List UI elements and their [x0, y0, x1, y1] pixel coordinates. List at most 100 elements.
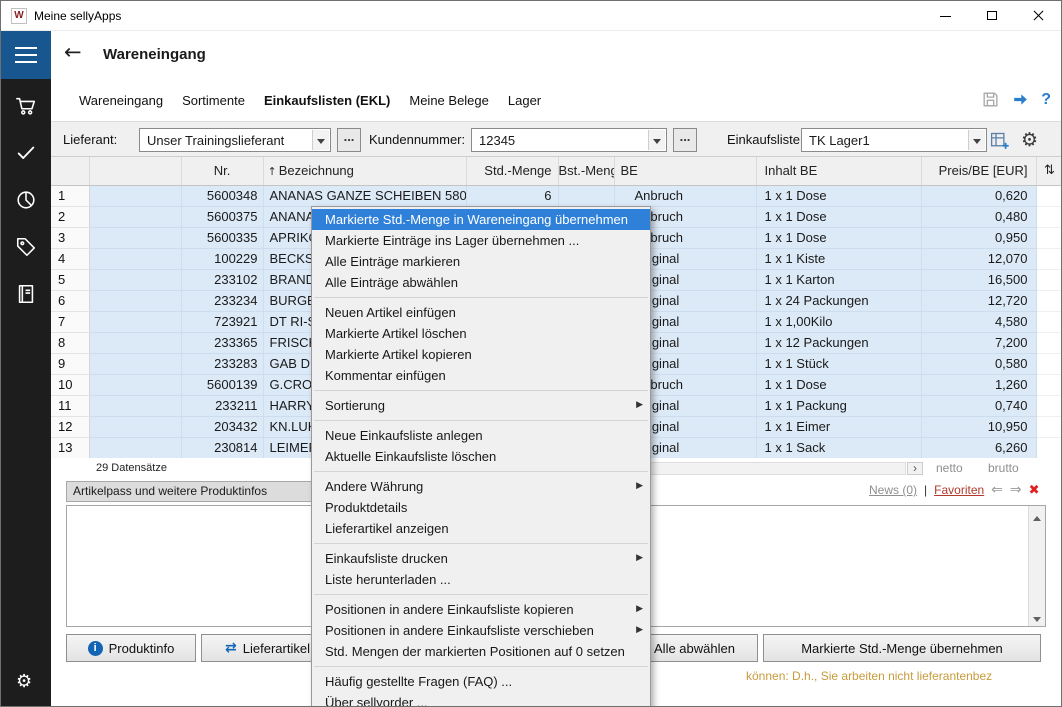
inhalt-be-cell[interactable]: 1 x 1 Stück [756, 353, 921, 374]
bst-menge-cell[interactable] [558, 185, 614, 206]
row-end-cell[interactable] [1036, 290, 1062, 311]
nr-cell[interactable]: 5600375 [181, 206, 263, 227]
row-number-cell[interactable]: 5 [51, 269, 89, 290]
row-end-cell[interactable] [1036, 416, 1062, 437]
preis-cell[interactable]: 0,480 [921, 206, 1036, 227]
nr-cell[interactable]: 233102 [181, 269, 263, 290]
context-menu-item[interactable]: Produktdetails [312, 497, 650, 518]
row-number-cell[interactable]: 1 [51, 185, 89, 206]
col-preis[interactable]: Preis/BE [EUR] [921, 157, 1036, 185]
row-blank-cell[interactable] [89, 206, 181, 227]
nr-cell[interactable]: 5600139 [181, 374, 263, 395]
nr-cell[interactable]: 100229 [181, 248, 263, 269]
horizontal-scrollbar[interactable] [606, 462, 906, 475]
column-sort-button[interactable]: ⇅ [1036, 157, 1062, 185]
row-end-cell[interactable] [1036, 206, 1062, 227]
context-menu-item[interactable]: Einkaufsliste drucken▶ [312, 548, 650, 569]
col-std-menge[interactable]: Std.-Menge [466, 157, 558, 185]
context-menu-item[interactable]: Aktuelle Einkaufsliste löschen [312, 446, 650, 467]
preis-cell[interactable]: 6,260 [921, 437, 1036, 458]
bezeichnung-cell[interactable]: ANANAS GANZE SCHEIBEN 580ML [263, 185, 466, 206]
inhalt-be-cell[interactable]: 1 x 1 Packung [756, 395, 921, 416]
brutto-toggle[interactable]: brutto [988, 461, 1019, 475]
lieferant-more-button[interactable]: ... [337, 128, 361, 152]
context-menu-item[interactable]: Alle Einträge markieren [312, 251, 650, 272]
add-list-icon[interactable] [989, 130, 1010, 151]
preis-cell[interactable]: 0,950 [921, 227, 1036, 248]
context-menu-item[interactable]: Liste herunterladen ... [312, 569, 650, 590]
context-menu-item[interactable]: Markierte Artikel löschen [312, 323, 650, 344]
inhalt-be-cell[interactable]: 1 x 1 Dose [756, 185, 921, 206]
pie-chart-icon[interactable] [15, 189, 37, 211]
tab-wareneingang[interactable]: Wareneingang [79, 93, 163, 108]
nr-cell[interactable]: 203432 [181, 416, 263, 437]
previous-arrow-icon[interactable]: ⇐ [991, 482, 1003, 498]
tab-lager[interactable]: Lager [508, 93, 541, 108]
col-be[interactable]: BE [614, 157, 756, 185]
context-menu-item[interactable]: Std. Mengen der markierten Positionen au… [312, 641, 650, 662]
save-icon[interactable] [981, 90, 1000, 109]
help-icon[interactable]: ? [1041, 91, 1051, 109]
preis-cell[interactable]: 0,740 [921, 395, 1036, 416]
context-menu-item[interactable]: Neuen Artikel einfügen [312, 302, 650, 323]
inhalt-be-cell[interactable]: 1 x 1 Dose [756, 227, 921, 248]
row-number-cell[interactable]: 2 [51, 206, 89, 227]
context-menu-item[interactable]: Markierte Std.-Menge in Wareneingang übe… [312, 209, 650, 230]
nr-cell[interactable]: 233283 [181, 353, 263, 374]
list-settings-gear-icon[interactable]: ⚙ [1021, 129, 1038, 151]
inhalt-be-cell[interactable]: 1 x 1 Karton [756, 269, 921, 290]
catalog-book-icon[interactable] [15, 283, 37, 305]
cart-icon[interactable] [15, 95, 37, 117]
maximize-button[interactable] [969, 1, 1015, 31]
row-blank-cell[interactable] [89, 332, 181, 353]
row-number-cell[interactable]: 9 [51, 353, 89, 374]
price-tag-icon[interactable] [15, 236, 37, 258]
close-button[interactable] [1015, 1, 1061, 31]
nr-cell[interactable]: 5600348 [181, 185, 263, 206]
context-menu-item[interactable]: Neue Einkaufsliste anlegen [312, 425, 650, 446]
netto-toggle[interactable]: netto [936, 461, 963, 475]
news-link[interactable]: News (0) [869, 483, 917, 497]
context-menu-item[interactable]: Häufig gestellte Fragen (FAQ) ... [312, 671, 650, 692]
row-number-cell[interactable]: 10 [51, 374, 89, 395]
row-number-cell[interactable]: 8 [51, 332, 89, 353]
einkaufsliste-select[interactable]: TK Lager1 [801, 128, 987, 152]
row-blank-cell[interactable] [89, 248, 181, 269]
tab-einkaufslisten-ekl[interactable]: Einkaufslisten (EKL) [264, 93, 390, 108]
lieferant-select[interactable]: Unser Trainingslieferant [139, 128, 331, 152]
nr-cell[interactable]: 233365 [181, 332, 263, 353]
nr-cell[interactable]: 233211 [181, 395, 263, 416]
context-menu-item[interactable]: Sortierung▶ [312, 395, 650, 416]
row-end-cell[interactable] [1036, 353, 1062, 374]
nr-cell[interactable]: 230814 [181, 437, 263, 458]
scroll-right-button[interactable]: › [907, 462, 923, 475]
row-blank-cell[interactable] [89, 416, 181, 437]
row-number-cell[interactable]: 12 [51, 416, 89, 437]
inhalt-be-cell[interactable]: 1 x 1 Kiste [756, 248, 921, 269]
favoriten-link[interactable]: Favoriten [934, 483, 984, 497]
row-blank-cell[interactable] [89, 311, 181, 332]
inhalt-be-cell[interactable]: 1 x 24 Packungen [756, 290, 921, 311]
row-number-cell[interactable]: 3 [51, 227, 89, 248]
col-nr[interactable]: Nr. [181, 157, 263, 185]
kundennummer-more-button[interactable]: ... [673, 128, 697, 152]
row-end-cell[interactable] [1036, 248, 1062, 269]
back-button[interactable]: ← [64, 40, 82, 64]
inhalt-be-cell[interactable]: 1 x 1 Dose [756, 374, 921, 395]
nr-cell[interactable]: 233234 [181, 290, 263, 311]
std-menge-cell[interactable]: 6 [466, 185, 558, 206]
row-blank-cell[interactable] [89, 395, 181, 416]
row-blank-cell[interactable] [89, 374, 181, 395]
table-row[interactable]: 15600348ANANAS GANZE SCHEIBEN 580ML6Anbr… [51, 185, 1062, 206]
context-menu-item[interactable]: Lieferartikel anzeigen [312, 518, 650, 539]
checkmark-icon[interactable] [15, 142, 37, 164]
row-number-cell[interactable]: 13 [51, 437, 89, 458]
row-blank-cell[interactable] [89, 269, 181, 290]
context-menu-item[interactable]: Markierte Artikel kopieren [312, 344, 650, 365]
row-blank-cell[interactable] [89, 227, 181, 248]
produktinfo-button[interactable]: i Produktinfo [66, 634, 196, 662]
preis-cell[interactable]: 12,720 [921, 290, 1036, 311]
settings-gear-icon[interactable]: ⚙ [16, 671, 32, 692]
nr-cell[interactable]: 5600335 [181, 227, 263, 248]
minimize-button[interactable] [923, 1, 969, 31]
